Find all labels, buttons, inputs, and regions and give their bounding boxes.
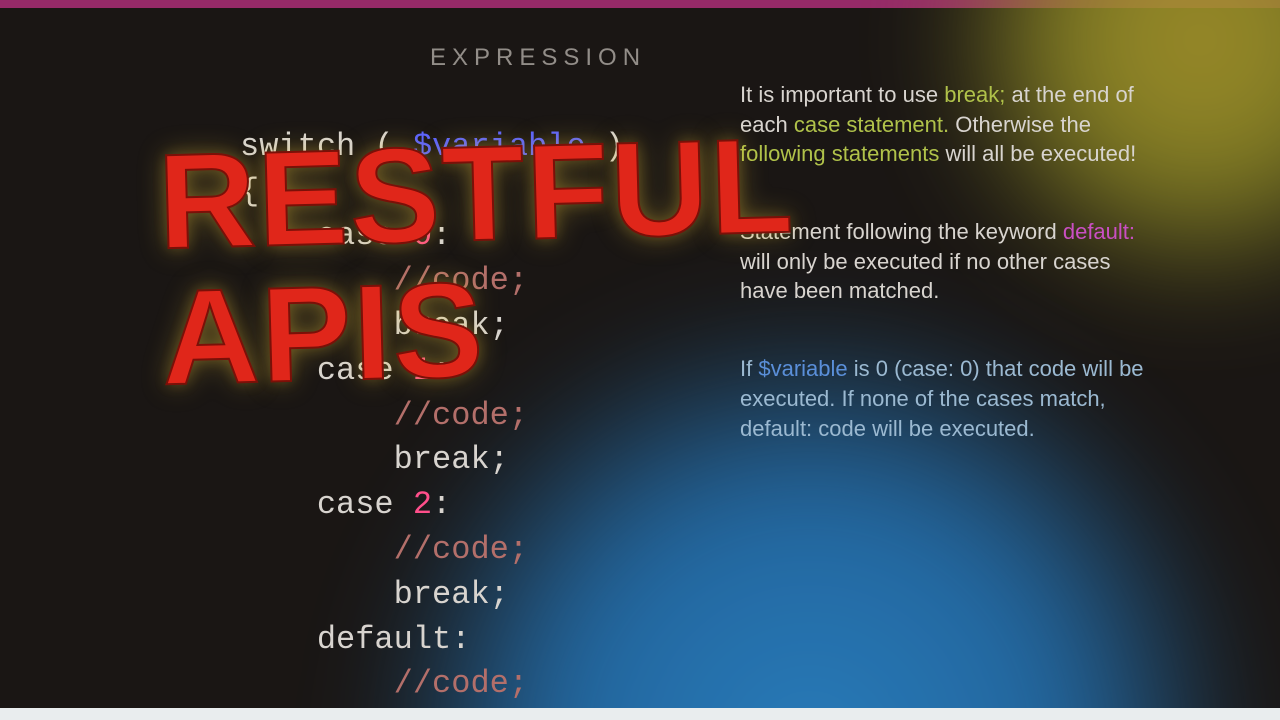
code-line-1: switch ( $variable )	[240, 128, 624, 165]
top-accent-bar	[0, 0, 1280, 8]
code-line-3: case 0:	[240, 217, 451, 254]
code-line-10: //code;	[240, 531, 528, 568]
expression-label: EXPRESSION	[430, 44, 646, 72]
note-variable: If $variable is 0 (case: 0) that code wi…	[740, 354, 1160, 443]
code-line-11: break;	[240, 576, 509, 613]
notes-column: It is important to use break; at the end…	[740, 80, 1160, 491]
slide-stage: EXPRESSION switch ( $variable ) { case 0…	[0, 0, 1280, 720]
code-block: switch ( $variable ) { case 0: //code; b…	[240, 80, 624, 720]
code-line-9: case 2:	[240, 486, 451, 523]
code-line-5: break;	[240, 307, 509, 344]
code-line-12: default:	[240, 621, 470, 658]
bottom-accent-bar	[0, 708, 1280, 720]
note-break: It is important to use break; at the end…	[740, 80, 1160, 169]
code-line-13: //code;	[240, 665, 528, 702]
code-line-2: {	[240, 173, 259, 210]
note-default: Statement following the keyword default:…	[740, 217, 1160, 306]
code-line-4: //code;	[240, 262, 528, 299]
code-line-6: case 1:	[240, 352, 451, 389]
code-line-7: //code;	[240, 397, 528, 434]
code-line-8: break;	[240, 441, 509, 478]
